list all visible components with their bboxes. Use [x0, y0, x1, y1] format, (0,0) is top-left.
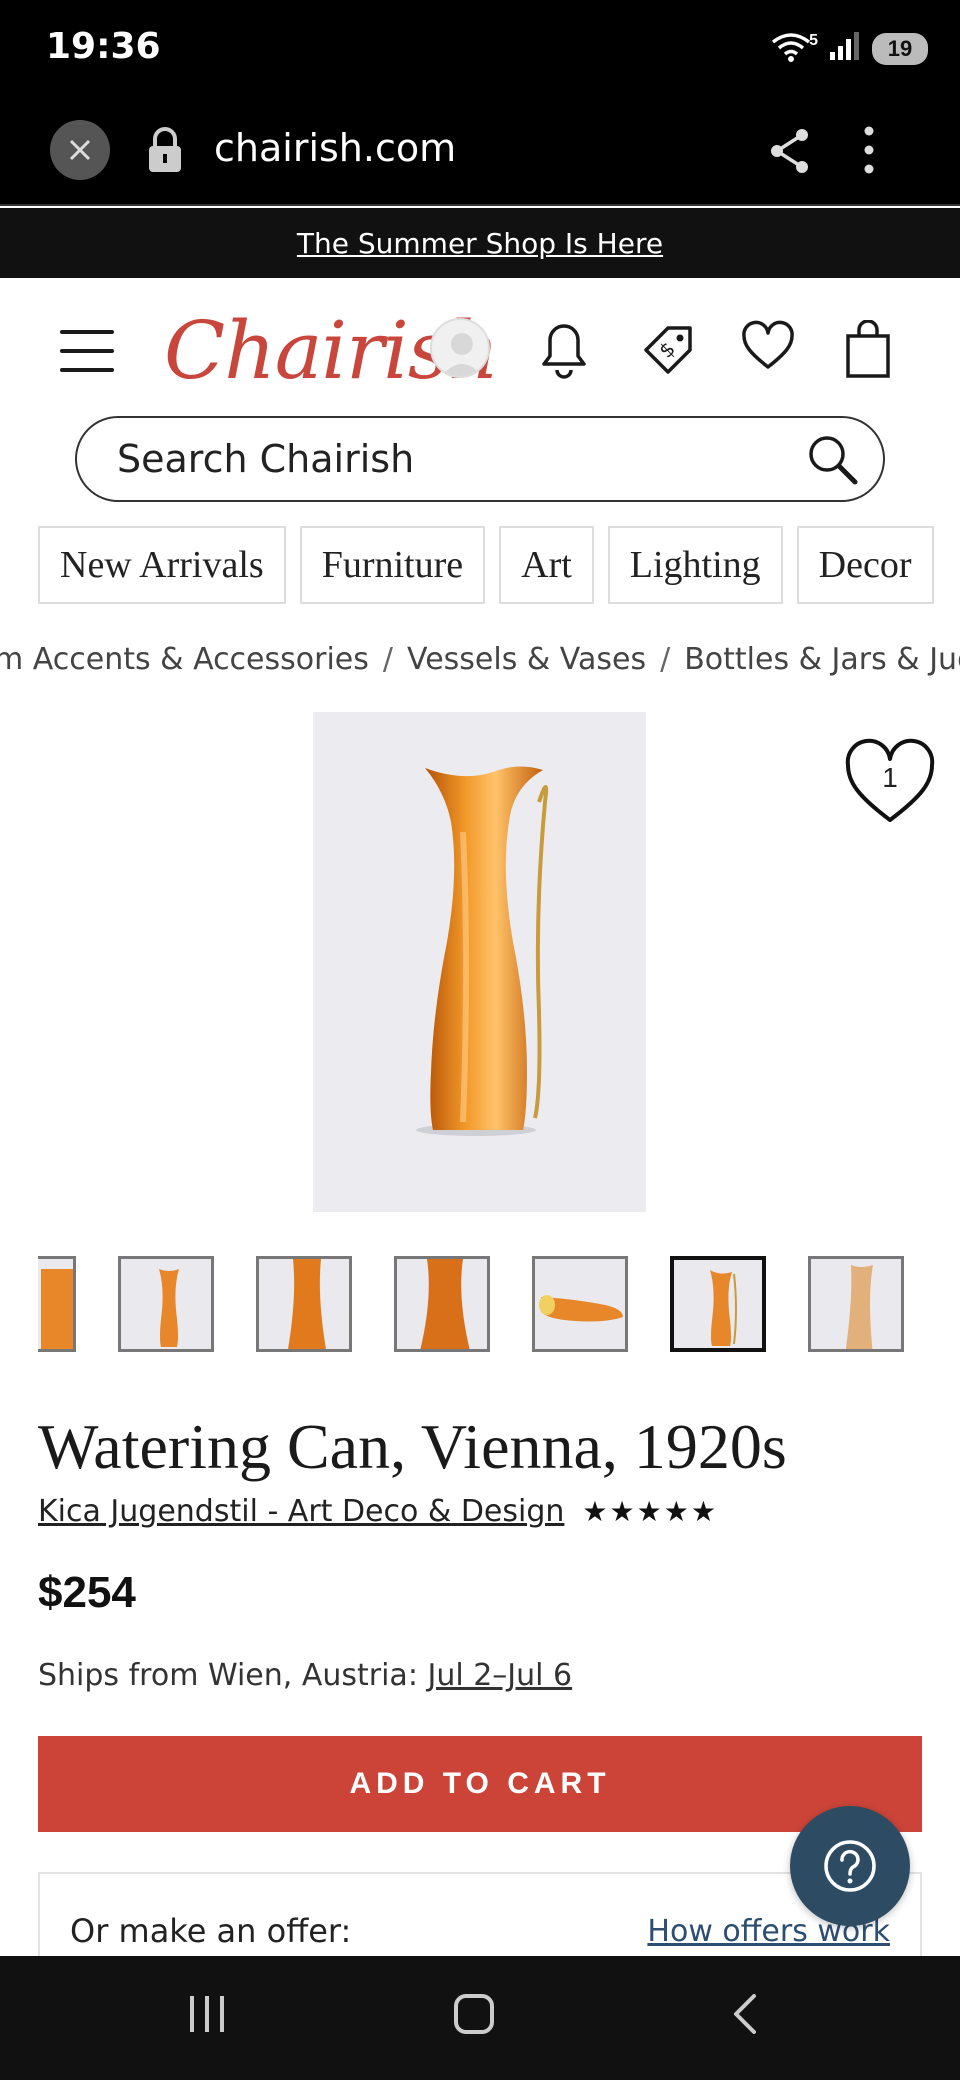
back-icon — [734, 1994, 756, 2034]
browser-url-bar: chairish.com — [0, 100, 960, 206]
share-button[interactable] — [768, 126, 812, 181]
breadcrumb-item[interactable]: Bottles & Jars & Jugs — [684, 642, 960, 677]
thumbnail[interactable] — [394, 1256, 490, 1352]
search-icon[interactable] — [805, 432, 861, 493]
lock-icon — [146, 126, 184, 179]
url-text[interactable]: chairish.com — [214, 126, 456, 170]
browser-menu-button[interactable] — [862, 124, 876, 181]
home-button[interactable] — [452, 1992, 496, 2041]
recent-apps-icon — [190, 1996, 224, 2032]
sale-button[interactable]: $ — [638, 320, 698, 385]
breadcrumb: m Accents & Accessories / Vessels & Vases /… — [0, 642, 960, 677]
favorite-count: 1 — [882, 762, 898, 793]
category-decor[interactable]: Decor — [796, 526, 934, 604]
wifi-badge: 5 — [809, 31, 818, 49]
help-button[interactable] — [790, 1806, 910, 1926]
bell-icon — [542, 324, 586, 379]
seller-row: Kica Jugendstil - Art Deco & Design ★★★★… — [38, 1494, 718, 1529]
search-placeholder: Search Chairish — [117, 437, 415, 481]
status-bar: 19:36 5 19 — [0, 0, 960, 100]
product-price: $254 — [38, 1568, 136, 1617]
heart-icon — [742, 320, 794, 369]
thumbnail[interactable] — [532, 1256, 628, 1352]
svg-text:$: $ — [654, 337, 680, 363]
more-vertical-icon — [864, 126, 874, 174]
recent-apps-button[interactable] — [186, 1992, 228, 2041]
category-new-arrivals[interactable]: New Arrivals — [38, 526, 286, 604]
product-favorite-button[interactable]: 1 — [842, 736, 938, 828]
shipping-dates-link[interactable]: Jul 2–Jul 6 — [427, 1658, 572, 1693]
notifications-button[interactable] — [538, 320, 590, 385]
thumbnail[interactable] — [256, 1256, 352, 1352]
offer-label: Or make an offer: — [70, 1912, 352, 1950]
category-art[interactable]: Art — [499, 526, 594, 604]
status-time: 19:36 — [46, 26, 161, 67]
breadcrumb-item[interactable]: m Accents & Accessories — [0, 642, 369, 677]
price-tag-icon: $ — [644, 326, 692, 374]
seller-rating: ★★★★★ — [582, 1496, 718, 1527]
promo-link[interactable]: The Summer Shop Is Here — [297, 227, 663, 260]
product-main-image[interactable] — [313, 712, 646, 1212]
shipping-info: Ships from Wien, Austria: Jul 2–Jul 6 — [38, 1658, 572, 1693]
shopping-bag-icon — [846, 319, 890, 378]
add-to-cart-button[interactable]: ADD TO CART — [38, 1736, 922, 1832]
system-nav-bar — [0, 1956, 960, 2080]
site-header: Chairish $ — [0, 300, 960, 400]
product-title: Watering Can, Vienna, 1920s — [38, 1411, 787, 1482]
thumbnail[interactable] — [38, 1256, 76, 1352]
favorites-button[interactable] — [740, 320, 796, 377]
breadcrumb-item[interactable]: Vessels & Vases — [407, 642, 646, 677]
battery-icon: 19 — [872, 32, 928, 65]
signal-icon — [828, 30, 862, 67]
thumbnail-strip — [38, 1256, 960, 1352]
shipping-origin: Ships from Wien, Austria: — [38, 1658, 428, 1693]
category-lighting[interactable]: Lighting — [607, 526, 783, 604]
category-nav: New Arrivals Furniture Art Lighting Deco… — [38, 526, 934, 604]
close-tab-button[interactable] — [50, 120, 110, 180]
status-icons: 5 19 — [769, 28, 928, 69]
share-icon — [771, 129, 808, 173]
category-furniture[interactable]: Furniture — [299, 526, 486, 604]
breadcrumb-separator: / — [660, 642, 671, 677]
account-avatar[interactable] — [430, 318, 490, 378]
seller-link[interactable]: Kica Jugendstil - Art Deco & Design — [38, 1494, 564, 1529]
thumbnail[interactable] — [118, 1256, 214, 1352]
home-icon — [454, 1994, 494, 2034]
question-icon — [824, 1840, 876, 1892]
menu-icon[interactable] — [60, 330, 114, 372]
thumbnail[interactable] — [808, 1256, 904, 1352]
breadcrumb-separator: / — [382, 642, 393, 677]
back-button[interactable] — [730, 1992, 760, 2041]
promo-banner: The Summer Shop Is Here — [0, 208, 960, 278]
thumbnail-active[interactable] — [670, 1256, 766, 1352]
wifi-icon — [769, 28, 813, 69]
close-icon — [69, 139, 91, 161]
search-input[interactable]: Search Chairish — [75, 416, 885, 502]
cart-button[interactable] — [844, 319, 892, 385]
